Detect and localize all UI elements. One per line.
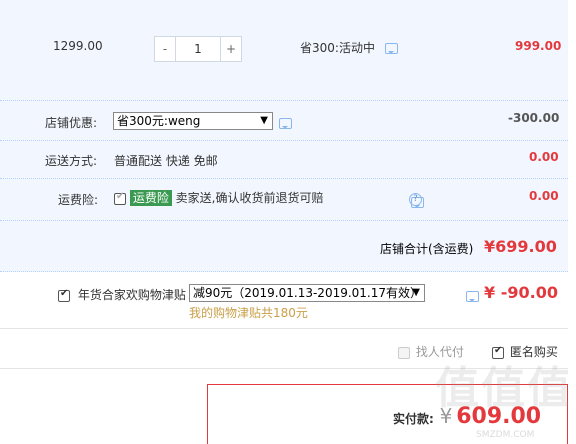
watermark-sub: SMZDM.COM xyxy=(476,430,535,440)
payment-amount: 609.00 xyxy=(456,404,542,429)
dropdown-arrow-icon: ▼ xyxy=(412,287,420,298)
chat-icon[interactable] xyxy=(279,118,292,129)
proxy-pay-checkbox[interactable] xyxy=(398,346,410,359)
allowance-amount: ¥ -90.00 xyxy=(484,283,558,302)
quantity-stepper[interactable]: - 1 + xyxy=(154,36,242,62)
chat-icon[interactable] xyxy=(384,43,398,54)
divider xyxy=(0,328,568,329)
quantity-plus-button[interactable]: + xyxy=(221,37,241,61)
insurance-text: 卖家送,确认收货前退货可赔 xyxy=(175,191,324,205)
allowance-note: 我的购物津贴共180元 xyxy=(189,306,308,320)
dropdown-arrow-icon: ▼ xyxy=(260,115,268,126)
page-edge xyxy=(568,0,576,444)
insurance-amount: 0.00 xyxy=(529,189,559,203)
payment-summary: 实付款: ¥ 609.00 xyxy=(393,404,541,429)
shop-total-amount: ¥699.00 xyxy=(484,237,557,256)
payment-currency: ¥ xyxy=(439,404,453,428)
item-subtotal: 999.00 xyxy=(515,39,562,53)
chat-icon[interactable] xyxy=(465,291,479,302)
shop-total-label: 店铺合计(含运费) xyxy=(380,242,474,256)
quantity-minus-button[interactable]: - xyxy=(155,37,175,61)
shipping-amount: 0.00 xyxy=(529,150,559,164)
shop-discount-selected: 省300元:weng xyxy=(117,114,201,128)
allowance-row: 年货合家欢购物津贴 xyxy=(58,286,186,303)
allowance-checkbox[interactable] xyxy=(58,288,70,302)
shipping-value: 普通配送 快递 免邮 xyxy=(114,154,218,168)
insurance-checkbox xyxy=(114,191,126,205)
allowance-selected: 减90元（2019.01.13-2019.01.17有效） xyxy=(193,286,423,300)
help-icon[interactable]: ? xyxy=(409,193,422,206)
payment-label: 实付款: xyxy=(393,412,434,426)
promo-text: 省300:活动中 xyxy=(300,41,375,55)
quantity-input[interactable]: 1 xyxy=(175,37,221,61)
shop-discount-label: 店铺优惠: xyxy=(45,116,98,130)
insurance-content: 运费险 卖家送,确认收货前退货可赔 xyxy=(114,189,324,206)
shipping-label: 运送方式: xyxy=(45,154,98,168)
insurance-label: 运费险: xyxy=(58,193,99,207)
allowance-select[interactable]: 减90元（2019.01.13-2019.01.17有效） ▼ xyxy=(189,284,425,302)
unit-price: 1299.00 xyxy=(53,39,103,53)
shop-total-row xyxy=(0,220,568,272)
allowance-label: 年货合家欢购物津贴 xyxy=(77,288,186,302)
shop-discount-select[interactable]: 省300元:weng ▼ xyxy=(113,112,273,130)
shop-discount-amount: -300.00 xyxy=(508,111,560,125)
insurance-tag: 运费险 xyxy=(129,190,172,206)
promo-status: 省300:活动中 xyxy=(300,39,398,56)
